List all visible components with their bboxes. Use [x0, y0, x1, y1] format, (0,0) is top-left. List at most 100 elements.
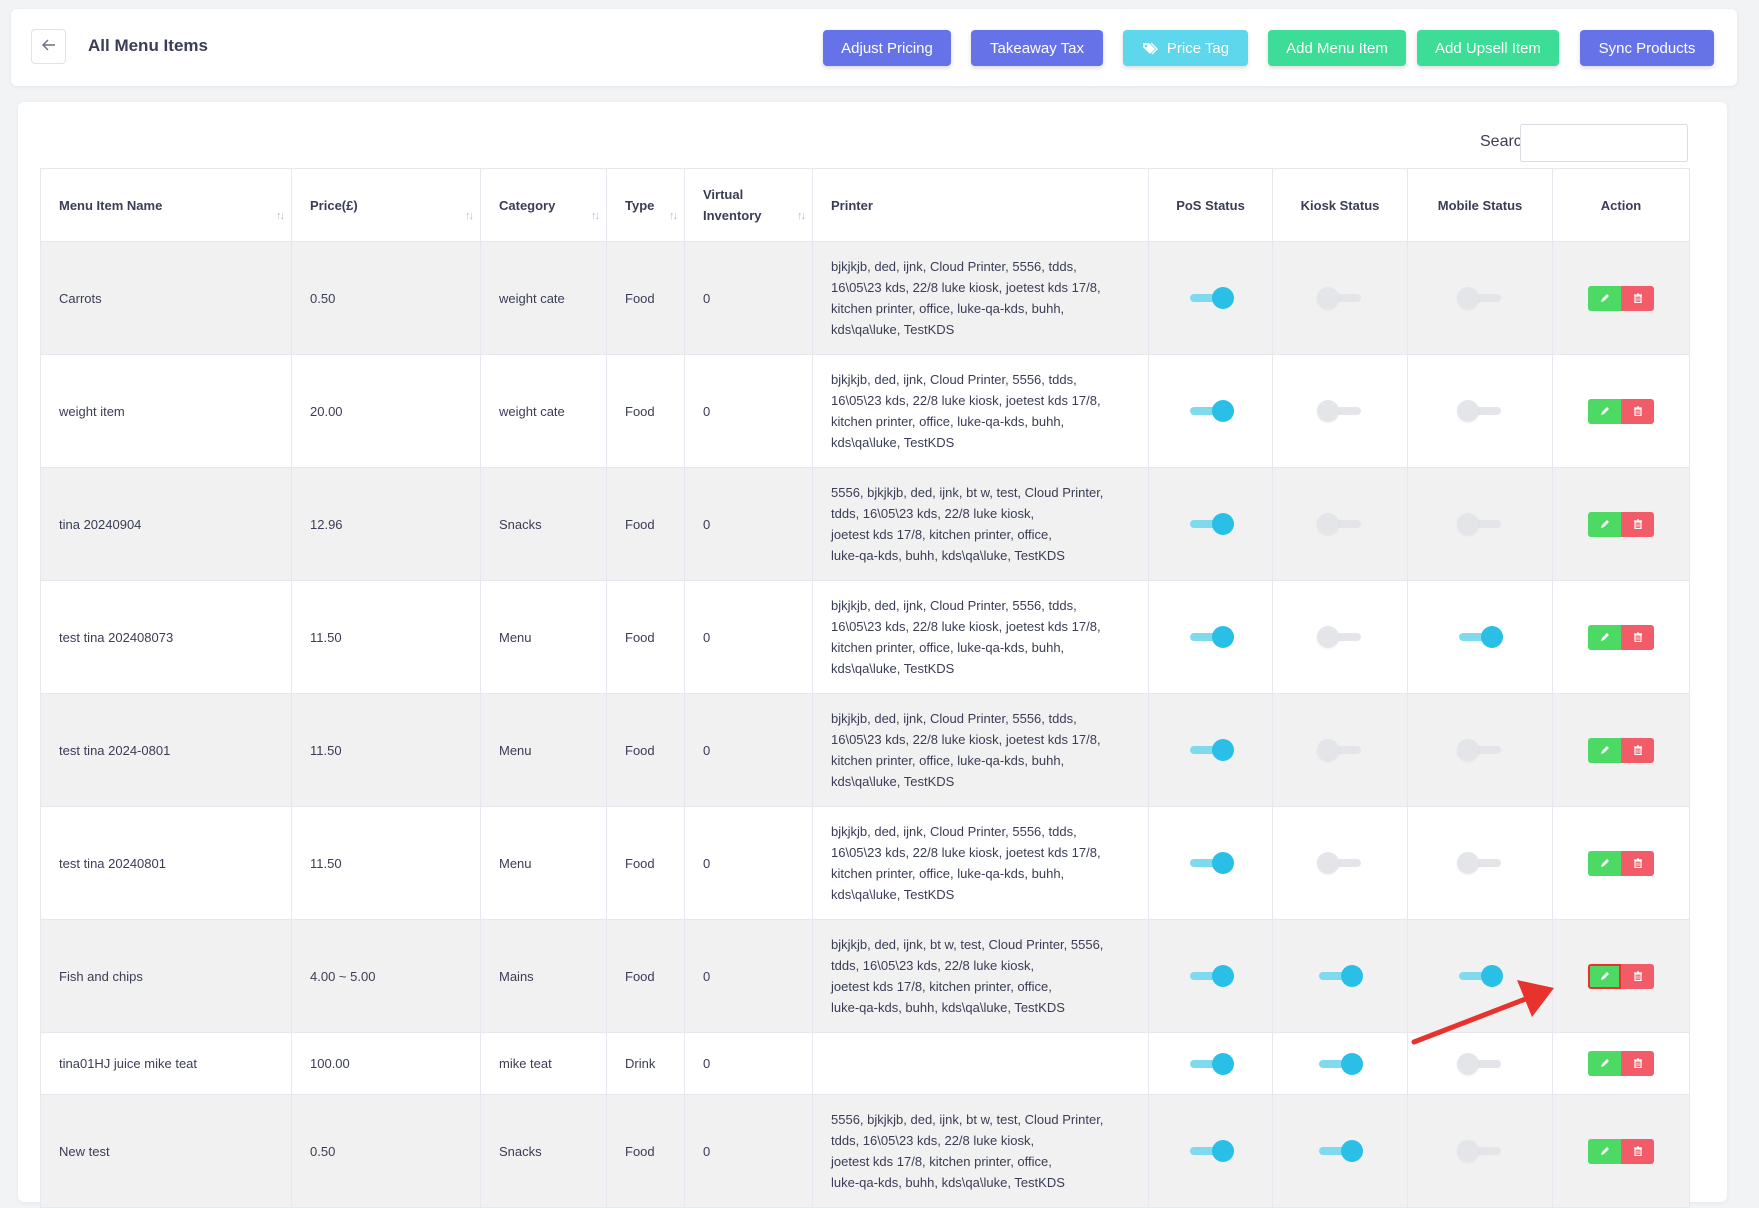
add-menu-item-button[interactable]: Add Menu Item [1268, 30, 1406, 66]
column-header-name[interactable]: Menu Item Name ↑↓ [40, 168, 292, 242]
column-header-price[interactable]: Price(£) ↑↓ [291, 168, 481, 242]
edit-button[interactable] [1588, 1138, 1621, 1164]
printer-line: bjkjkjb, ded, ijnk, Cloud Printer, 5556,… [831, 711, 1077, 726]
kiosk-status-toggle[interactable] [1319, 1052, 1363, 1075]
mobile-status-toggle[interactable] [1457, 1140, 1501, 1162]
delete-button[interactable] [1621, 963, 1654, 989]
table-row: weight item 20.00 weight cate Food 0 bjk… [40, 354, 1690, 468]
delete-button[interactable] [1621, 285, 1654, 311]
edit-button[interactable] [1588, 963, 1621, 989]
cell-printer: bjkjkjb, ded, ijnk, bt w, test, Cloud Pr… [812, 919, 1149, 1033]
page-scrollbar[interactable] [1749, 0, 1759, 1180]
edit-button[interactable] [1588, 1051, 1621, 1076]
printer-line: kitchen printer, office, luke-qa-kds, bu… [831, 640, 1065, 655]
edit-button[interactable] [1588, 624, 1621, 650]
cell-virtual-inventory: 0 [684, 241, 813, 355]
pos-status-toggle[interactable] [1189, 513, 1234, 535]
table-header-row: Menu Item Name ↑↓ Price(£) ↑↓ Category ↑↓ T… [40, 168, 1690, 242]
mobile-status-toggle[interactable] [1457, 852, 1501, 874]
printer-line: kitchen printer, office, luke-qa-kds, bu… [831, 414, 1065, 429]
mobile-status-toggle[interactable] [1457, 287, 1501, 309]
delete-button[interactable] [1621, 624, 1654, 650]
delete-button[interactable] [1621, 850, 1654, 876]
row-actions [1588, 285, 1654, 311]
cell-printer [812, 1032, 1149, 1095]
cell-mobile-status [1407, 354, 1553, 468]
cell-name: test tina 2024-0801 [40, 693, 292, 807]
kiosk-status-toggle[interactable] [1319, 965, 1363, 987]
trash-icon [1633, 969, 1643, 984]
cell-type: Food [606, 467, 685, 581]
pos-status-toggle[interactable] [1189, 1140, 1234, 1162]
takeaway-tax-label: Takeaway Tax [990, 39, 1084, 57]
cell-price: 11.50 [291, 693, 481, 807]
add-menu-item-label: Add Menu Item [1286, 39, 1388, 57]
delete-button[interactable] [1621, 1138, 1654, 1164]
sync-products-button[interactable]: Sync Products [1580, 30, 1714, 66]
delete-button[interactable] [1621, 1051, 1654, 1076]
cell-category: Snacks [480, 1094, 607, 1208]
row-actions [1588, 963, 1654, 989]
cell-virtual-inventory: 0 [684, 693, 813, 807]
printer-line: kds\qa\luke, TestKDS [831, 322, 955, 337]
column-header-virtual-inventory[interactable]: Virtual Inventory ↑↓ [684, 168, 813, 242]
mobile-status-toggle[interactable] [1457, 1052, 1501, 1075]
pos-status-toggle[interactable] [1189, 852, 1234, 874]
column-header-category[interactable]: Category ↑↓ [480, 168, 607, 242]
price-tag-button[interactable]: Price Tag [1123, 30, 1248, 66]
cell-mobile-status [1407, 806, 1553, 920]
mobile-status-toggle[interactable] [1457, 513, 1501, 535]
pos-status-toggle[interactable] [1189, 287, 1234, 309]
cell-printer: 5556, bjkjkjb, ded, ijnk, bt w, test, Cl… [812, 1094, 1149, 1208]
cell-category: mike teat [480, 1032, 607, 1095]
mobile-status-toggle[interactable] [1457, 400, 1501, 422]
sort-icon: ↑↓ [797, 210, 806, 222]
edit-button[interactable] [1588, 285, 1621, 311]
adjust-pricing-button[interactable]: Adjust Pricing [823, 30, 951, 66]
cell-action [1552, 354, 1690, 468]
pos-status-toggle[interactable] [1189, 626, 1234, 648]
cell-action [1552, 467, 1690, 581]
printer-line: tdds, 16\05\23 kds, 22/8 luke kiosk, [831, 958, 1035, 973]
column-header-kiosk-status: Kiosk Status [1272, 168, 1408, 242]
cell-pos-status [1148, 467, 1273, 581]
pos-status-toggle[interactable] [1189, 1052, 1234, 1075]
kiosk-status-toggle[interactable] [1317, 626, 1361, 648]
back-button[interactable] [31, 29, 66, 64]
delete-button[interactable] [1621, 737, 1654, 763]
column-header-label: Price(£) [310, 197, 358, 213]
kiosk-status-toggle[interactable] [1317, 513, 1361, 535]
column-header-label: Mobile Status [1437, 197, 1523, 213]
column-header-label: Menu Item Name [59, 197, 163, 213]
printer-line: kds\qa\luke, TestKDS [831, 887, 955, 902]
cell-name: test tina 20240801 [40, 806, 292, 920]
column-header-type[interactable]: Type ↑↓ [606, 168, 685, 242]
mobile-status-toggle[interactable] [1457, 739, 1501, 761]
pos-status-toggle[interactable] [1189, 965, 1234, 987]
mobile-status-toggle[interactable] [1459, 626, 1503, 648]
column-header-action: Action [1552, 168, 1690, 242]
pencil-icon [1600, 630, 1610, 645]
delete-button[interactable] [1621, 398, 1654, 424]
add-upsell-item-button[interactable]: Add Upsell Item [1417, 30, 1559, 66]
cell-name: tina01HJ juice mike teat [40, 1032, 292, 1095]
edit-button[interactable] [1588, 511, 1621, 537]
edit-button[interactable] [1588, 737, 1621, 763]
edit-button[interactable] [1588, 850, 1621, 876]
printer-line: kitchen printer, office, luke-qa-kds, bu… [831, 866, 1065, 881]
kiosk-status-toggle[interactable] [1319, 1140, 1363, 1162]
kiosk-status-toggle[interactable] [1317, 400, 1361, 422]
cell-category: Snacks [480, 467, 607, 581]
kiosk-status-toggle[interactable] [1317, 852, 1361, 874]
pos-status-toggle[interactable] [1189, 400, 1234, 422]
delete-button[interactable] [1621, 511, 1654, 537]
mobile-status-toggle[interactable] [1459, 965, 1503, 987]
cell-virtual-inventory: 0 [684, 467, 813, 581]
cell-name: New test [40, 1094, 292, 1208]
takeaway-tax-button[interactable]: Takeaway Tax [971, 30, 1103, 66]
pos-status-toggle[interactable] [1189, 739, 1234, 761]
kiosk-status-toggle[interactable] [1317, 287, 1361, 309]
search-input[interactable] [1520, 124, 1688, 162]
kiosk-status-toggle[interactable] [1317, 739, 1361, 761]
edit-button[interactable] [1588, 398, 1621, 424]
